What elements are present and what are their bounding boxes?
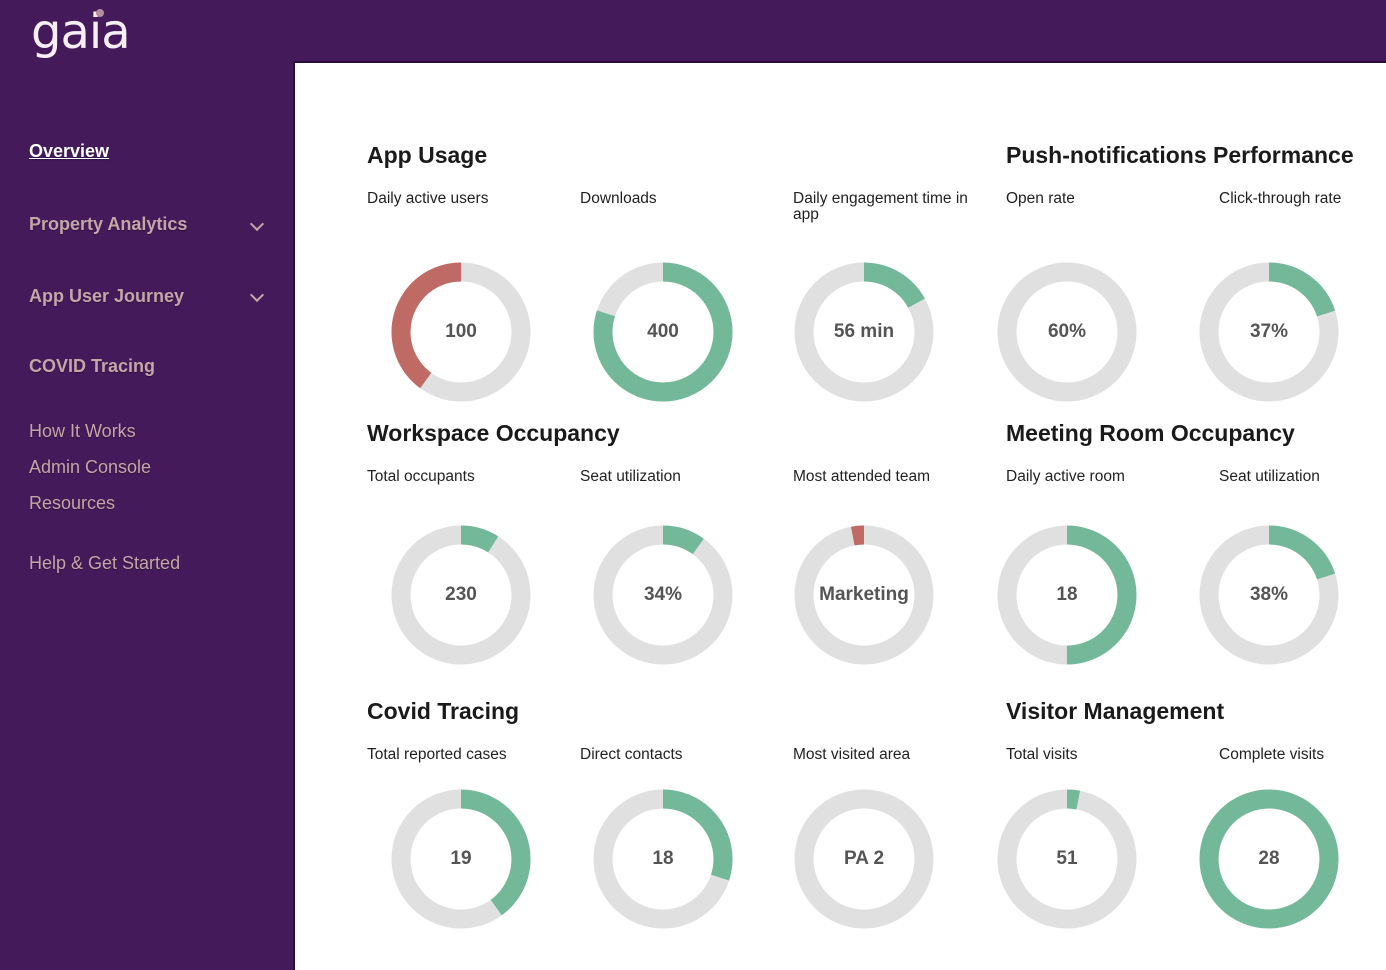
- logo-dot: [96, 9, 104, 17]
- donut-chart-seat-utilization[interactable]: 34%: [593, 525, 733, 665]
- sidebar-item-overview[interactable]: Overview: [29, 141, 109, 162]
- sidebar-item-resources[interactable]: Resources: [29, 493, 115, 514]
- donut-center-value: 230: [445, 584, 477, 605]
- donut-center-value: 19: [450, 848, 472, 869]
- metric-label: Daily active users: [367, 190, 489, 207]
- chevron-down-icon[interactable]: [249, 287, 265, 303]
- metric-label: Total occupants: [367, 468, 475, 485]
- metric-label: Most attended team: [793, 468, 930, 485]
- donut-chart-direct-contacts[interactable]: 18: [593, 789, 733, 929]
- donut-center-value: 34%: [643, 584, 683, 605]
- donut-chart-daily-engagement-time-in-app[interactable]: 56 min: [794, 262, 934, 402]
- section-title-app-usage: App Usage: [367, 142, 488, 168]
- donut-chart-total-reported-cases[interactable]: 19: [391, 789, 531, 929]
- donut-chart-total-visits[interactable]: 51: [997, 789, 1137, 929]
- sidebar-item-admin-console[interactable]: Admin Console: [29, 457, 151, 478]
- sidebar-item-covid-tracing[interactable]: COVID Tracing: [29, 356, 155, 377]
- donut-center-value: Marketing: [819, 584, 909, 605]
- gaia-logo[interactable]: gaia: [31, 4, 131, 60]
- dashboard-content: App Usage Daily active users 100 Downloads 4…: [293, 61, 1386, 970]
- metric-label: Seat utilization: [1219, 468, 1320, 485]
- donut-chart-downloads[interactable]: 400: [593, 262, 733, 402]
- section-title-workspace-occupancy: Workspace Occupancy: [367, 420, 620, 446]
- chevron-down-icon[interactable]: [249, 216, 265, 232]
- donut-center-value: 400: [647, 321, 679, 342]
- donut-center-value: 60%: [1047, 321, 1087, 342]
- donut-center-value: PA 2: [843, 848, 885, 869]
- section-title-covid-tracing: Covid Tracing: [367, 698, 520, 724]
- sidebar-item-property-analytics[interactable]: Property Analytics: [29, 214, 187, 235]
- donut-center-value: 18: [652, 848, 674, 869]
- metric-label: Seat utilization: [580, 468, 681, 485]
- donut-chart-daily-active-room[interactable]: 18: [997, 525, 1137, 665]
- metric-label: Total visits: [1006, 746, 1078, 763]
- metric-label: Complete visits: [1219, 746, 1325, 763]
- sidebar-item-how-it-works[interactable]: How It Works: [29, 421, 136, 442]
- section-title-push-notifications-performance: Push-notifications Performance: [1006, 142, 1354, 168]
- metric-label: Direct contacts: [580, 746, 683, 763]
- metric-label: Downloads: [580, 190, 657, 207]
- metric-label: Total reported cases: [367, 746, 507, 763]
- sidebar-item-app-user-journey[interactable]: App User Journey: [29, 286, 184, 307]
- donut-chart-total-occupants[interactable]: 230: [391, 525, 531, 665]
- donut-chart-click-through-rate[interactable]: 37%: [1199, 262, 1339, 402]
- metric-label: Click-through rate: [1219, 190, 1342, 207]
- metric-label: Daily engagement time in app: [793, 190, 968, 223]
- donut-chart-most-attended-team[interactable]: Marketing: [794, 525, 934, 665]
- donut-center-value: 28: [1258, 848, 1280, 869]
- donut-center-value: 38%: [1249, 584, 1289, 605]
- donut-center-value: 56 min: [833, 321, 895, 342]
- metric-label: Daily active room: [1006, 468, 1125, 485]
- donut-center-value: 37%: [1249, 321, 1289, 342]
- sidebar-item-help-get-started[interactable]: Help & Get Started: [29, 553, 180, 574]
- section-title-meeting-room-occupancy: Meeting Room Occupancy: [1006, 420, 1295, 446]
- section-title-visitor-management: Visitor Management: [1006, 698, 1225, 724]
- donut-center-value: 18: [1056, 584, 1078, 605]
- sidebar: Overview Property Analytics App User Jou…: [0, 61, 293, 970]
- donut-center-value: 51: [1056, 848, 1078, 869]
- donut-chart-open-rate[interactable]: 60%: [997, 262, 1137, 402]
- donut-chart-daily-active-users[interactable]: 100: [391, 262, 531, 402]
- donut-chart-complete-visits[interactable]: 28: [1199, 789, 1339, 929]
- donut-center-value: 100: [445, 321, 477, 342]
- donut-chart-most-visited-area[interactable]: PA 2: [794, 789, 934, 929]
- donut-chart-seat-utilization[interactable]: 38%: [1199, 525, 1339, 665]
- metric-label: Open rate: [1006, 190, 1075, 207]
- metric-label: Most visited area: [793, 746, 911, 763]
